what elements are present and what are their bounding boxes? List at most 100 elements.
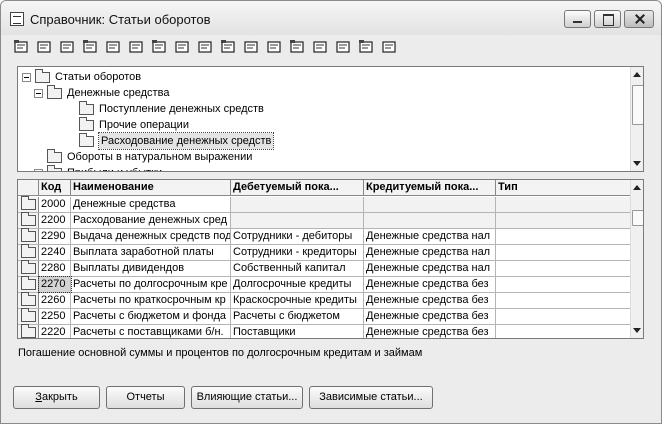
cell-name[interactable]: Расходование денежных сред bbox=[71, 213, 231, 228]
influencing-articles-button[interactable]: Влияющие статьи... bbox=[191, 386, 303, 409]
scroll-thumb[interactable] bbox=[632, 210, 643, 226]
cell-debit[interactable]: Собственный капитал bbox=[231, 261, 364, 276]
header-name[interactable]: Наименование bbox=[71, 180, 231, 196]
table-row[interactable]: 2200 Расходование денежных сред bbox=[18, 212, 630, 229]
table-row[interactable]: 2280 Выплаты дивидендов Собственный капита… bbox=[18, 260, 630, 277]
cell-debit[interactable]: Долгосрочные кредиты bbox=[231, 277, 364, 292]
cell-code[interactable]: 2240 bbox=[39, 245, 71, 260]
tree-node[interactable]: Обороты в натуральном выражении bbox=[18, 149, 618, 165]
cell-debit[interactable]: Краскосрочные кредиты bbox=[231, 293, 364, 308]
cell-type[interactable] bbox=[496, 293, 630, 308]
cell-credit[interactable]: Денежные средства нал bbox=[364, 261, 496, 276]
cell-debit[interactable] bbox=[231, 197, 364, 212]
table-row[interactable]: 2240 Выплата заработной платы Сотрудники -… bbox=[18, 244, 630, 261]
cut-icon[interactable] bbox=[243, 39, 260, 56]
scroll-up-icon[interactable] bbox=[633, 185, 641, 190]
cell-name[interactable]: Денежные средства bbox=[71, 197, 231, 212]
cell-code[interactable]: 2290 bbox=[39, 229, 71, 244]
cell-code[interactable]: 2260 bbox=[39, 293, 71, 308]
cell-debit[interactable]: Поставщики bbox=[231, 325, 364, 338]
maximize-button[interactable] bbox=[594, 10, 621, 28]
tree-node[interactable]: Прибыли и убытки bbox=[18, 165, 618, 171]
reports-button[interactable]: Отчеты bbox=[106, 386, 185, 409]
scroll-thumb[interactable] bbox=[632, 85, 643, 125]
cell-credit[interactable]: Денежные средства без bbox=[364, 277, 496, 292]
table-row[interactable]: 2260 Расчеты по краткосрочным кр Краскосро… bbox=[18, 292, 630, 309]
cell-code[interactable]: 2220 bbox=[39, 325, 71, 338]
table-row[interactable]: 2270 Расчеты по долгосрочным кре Долгосроч… bbox=[18, 276, 630, 293]
tree-node[interactable]: Расходование денежных средств bbox=[18, 132, 618, 150]
cell-credit[interactable]: Денежные средства без bbox=[364, 309, 496, 324]
filter-icon[interactable] bbox=[197, 39, 214, 56]
header-debit[interactable]: Дебетуемый пока... bbox=[231, 180, 364, 196]
cell-code[interactable]: 2000 bbox=[39, 197, 71, 212]
cell-code[interactable]: 2250 bbox=[39, 309, 71, 324]
cell-type[interactable] bbox=[496, 213, 630, 228]
edit-icon[interactable] bbox=[105, 39, 122, 56]
collapse-icon[interactable] bbox=[22, 73, 31, 82]
tree-view-icon[interactable] bbox=[335, 39, 352, 56]
find-icon[interactable] bbox=[82, 39, 99, 56]
tree-scrollbar[interactable] bbox=[630, 67, 643, 171]
items-table[interactable]: Код Наименование Дебетуемый пока... Кред… bbox=[17, 179, 644, 339]
context-help-icon[interactable] bbox=[381, 39, 398, 56]
scroll-down-icon[interactable] bbox=[633, 161, 641, 166]
new-group-icon[interactable] bbox=[36, 39, 53, 56]
table-row[interactable]: 2290 Выдача денежных средств под Сотрудник… bbox=[18, 228, 630, 245]
cell-credit[interactable]: Денежные средства нал bbox=[364, 229, 496, 244]
tree-view[interactable]: Статьи оборотов Денежные средства Поступле… bbox=[17, 66, 644, 172]
cell-name[interactable]: Расчеты с бюджетом и фонда bbox=[71, 309, 231, 324]
cell-code[interactable]: 2200 bbox=[39, 213, 71, 228]
print-icon[interactable] bbox=[312, 39, 329, 56]
cell-type[interactable] bbox=[496, 245, 630, 260]
help-icon[interactable] bbox=[358, 39, 375, 56]
minimize-button[interactable] bbox=[564, 10, 591, 28]
new-item-icon[interactable] bbox=[13, 39, 30, 56]
tree-node[interactable]: Статьи оборотов bbox=[18, 69, 618, 85]
delete-icon[interactable] bbox=[128, 39, 145, 56]
cell-credit[interactable]: Денежные средства нал bbox=[364, 245, 496, 260]
cell-type[interactable] bbox=[496, 309, 630, 324]
cell-debit[interactable]: Расчеты с бюджетом bbox=[231, 309, 364, 324]
cell-credit[interactable] bbox=[364, 213, 496, 228]
cell-debit[interactable] bbox=[231, 213, 364, 228]
paste-icon[interactable] bbox=[266, 39, 283, 56]
tree-node[interactable]: Поступление денежных средств bbox=[18, 101, 618, 117]
cell-name[interactable]: Расчеты по краткосрочным кр bbox=[71, 293, 231, 308]
cell-type[interactable] bbox=[496, 197, 630, 212]
cell-credit[interactable]: Денежные средства без bbox=[364, 293, 496, 308]
close-window-button[interactable] bbox=[624, 10, 654, 28]
document-icon[interactable] bbox=[289, 39, 306, 56]
cell-type[interactable] bbox=[496, 229, 630, 244]
move-icon[interactable] bbox=[151, 39, 168, 56]
table-row[interactable]: 2220 Расчеты с поставщиками б/н. Поставщик… bbox=[18, 324, 630, 338]
collapse-icon[interactable] bbox=[34, 169, 43, 171]
cell-name[interactable]: Расчеты с поставщиками б/н. bbox=[71, 325, 231, 338]
cell-credit[interactable] bbox=[364, 197, 496, 212]
cell-name[interactable]: Расчеты по долгосрочным кре bbox=[71, 277, 231, 292]
hierarchy-icon[interactable] bbox=[220, 39, 237, 56]
scroll-up-icon[interactable] bbox=[633, 72, 641, 77]
cell-name[interactable]: Выплата заработной платы bbox=[71, 245, 231, 260]
scroll-down-icon[interactable] bbox=[633, 328, 641, 333]
tree-node[interactable]: Денежные средства bbox=[18, 85, 618, 101]
tree-node[interactable]: Прочие операции bbox=[18, 117, 618, 133]
table-row[interactable]: 2000 Денежные средства bbox=[18, 196, 630, 213]
header-code[interactable]: Код bbox=[39, 180, 71, 196]
collapse-icon[interactable] bbox=[34, 89, 43, 98]
cell-name[interactable]: Выдача денежных средств под bbox=[71, 229, 231, 244]
cell-type[interactable] bbox=[496, 325, 630, 338]
header-credit[interactable]: Кредитуемый пока... bbox=[364, 180, 496, 196]
cell-credit[interactable]: Денежные средства без bbox=[364, 325, 496, 338]
cell-code[interactable]: 2280 bbox=[39, 261, 71, 276]
title-bar[interactable]: Справочник: Статьи оборотов bbox=[1, 1, 661, 35]
table-row[interactable]: 2250 Расчеты с бюджетом и фонда Расчеты с … bbox=[18, 308, 630, 325]
dependent-articles-button[interactable]: Зависимые статьи... bbox=[309, 386, 433, 409]
move-to-group-icon[interactable] bbox=[174, 39, 191, 56]
cell-code[interactable]: 2270 bbox=[38, 276, 72, 293]
cell-type[interactable] bbox=[496, 277, 630, 292]
cell-debit[interactable]: Сотрудники - кредиторы bbox=[231, 245, 364, 260]
cell-type[interactable] bbox=[496, 261, 630, 276]
cell-name[interactable]: Выплаты дивидендов bbox=[71, 261, 231, 276]
copy-icon[interactable] bbox=[59, 39, 76, 56]
